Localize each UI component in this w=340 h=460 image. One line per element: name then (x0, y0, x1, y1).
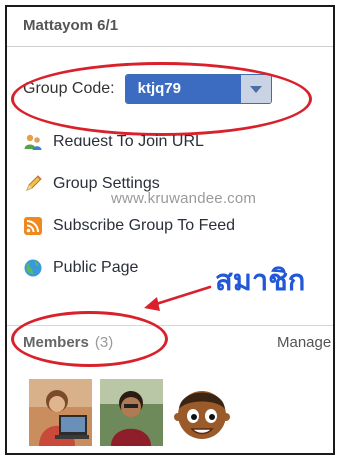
member-photo-laptop-icon (29, 379, 92, 446)
member-avatars (29, 379, 234, 446)
chevron-down-icon[interactable] (240, 75, 271, 103)
subscribe-feed-label[interactable]: Subscribe Group To Feed (53, 217, 235, 235)
members-header: Members (3) Manage (23, 334, 333, 351)
member-avatar[interactable] (29, 379, 92, 446)
request-join-people-icon (24, 134, 42, 150)
manage-members-link[interactable]: Manage (277, 334, 331, 351)
subscribe-feed-link[interactable]: Subscribe Group To Feed (23, 214, 235, 238)
members-divider (7, 325, 333, 326)
group-code-select[interactable]: ktjq79 (124, 74, 272, 104)
request-join-url-link[interactable]: Request To Join URL (23, 130, 204, 154)
members-count: (3) (94, 334, 114, 351)
request-join-url-label[interactable]: Request To Join URL (53, 133, 204, 152)
watermark-text: www.kruwandee.com (111, 190, 257, 207)
members-annotation-text: สมาชิก (215, 263, 306, 297)
globe-icon (24, 259, 42, 277)
cartoon-face-avatar-icon (171, 379, 234, 446)
public-page-label[interactable]: Public Page (53, 259, 138, 277)
group-code-label: Group Code: (23, 80, 115, 97)
public-page-link[interactable]: Public Page (23, 256, 138, 280)
group-code-row: Group Code: ktjq79 (23, 74, 272, 104)
member-avatar[interactable] (171, 379, 234, 446)
members-title: Members (23, 334, 89, 351)
group-code-value[interactable]: ktjq79 (125, 75, 241, 103)
group-sidebar-panel: Mattayom 6/1 Group Code: ktjq79 Request … (5, 5, 335, 455)
member-photo-outdoor-icon (100, 379, 163, 446)
rss-feed-icon (24, 217, 42, 235)
panel-title: Mattayom 6/1 (7, 7, 333, 47)
member-avatar[interactable] (100, 379, 163, 446)
pencil-icon (26, 175, 42, 191)
